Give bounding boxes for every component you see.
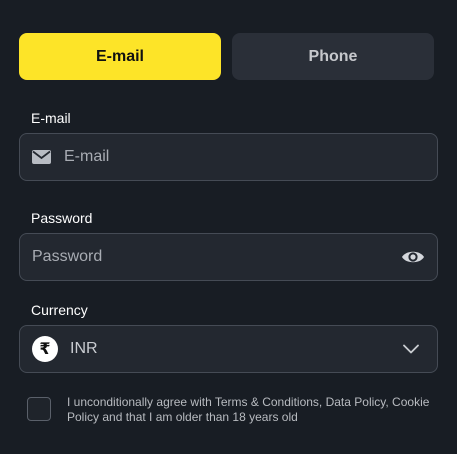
terms-text: I unconditionally agree with Terms & Con…: [67, 395, 430, 424]
chevron-down-icon: [403, 344, 419, 354]
currency-label: Currency: [31, 302, 88, 318]
password-input[interactable]: [32, 234, 401, 280]
password-field-container: [19, 233, 438, 281]
eye-icon[interactable]: [401, 249, 425, 265]
tab-email[interactable]: E-mail: [19, 33, 221, 80]
currency-select[interactable]: ₹ INR: [19, 325, 438, 373]
password-label: Password: [31, 210, 93, 226]
email-field-container: [19, 133, 438, 181]
currency-value: INR: [70, 340, 98, 357]
email-label: E-mail: [31, 110, 71, 126]
auth-method-tabs: E-mail Phone: [19, 33, 434, 80]
rupee-icon: ₹: [32, 336, 58, 362]
envelope-icon: [32, 149, 52, 165]
terms-checkbox[interactable]: [27, 397, 51, 421]
email-input[interactable]: [64, 134, 437, 180]
tab-phone[interactable]: Phone: [232, 33, 434, 80]
